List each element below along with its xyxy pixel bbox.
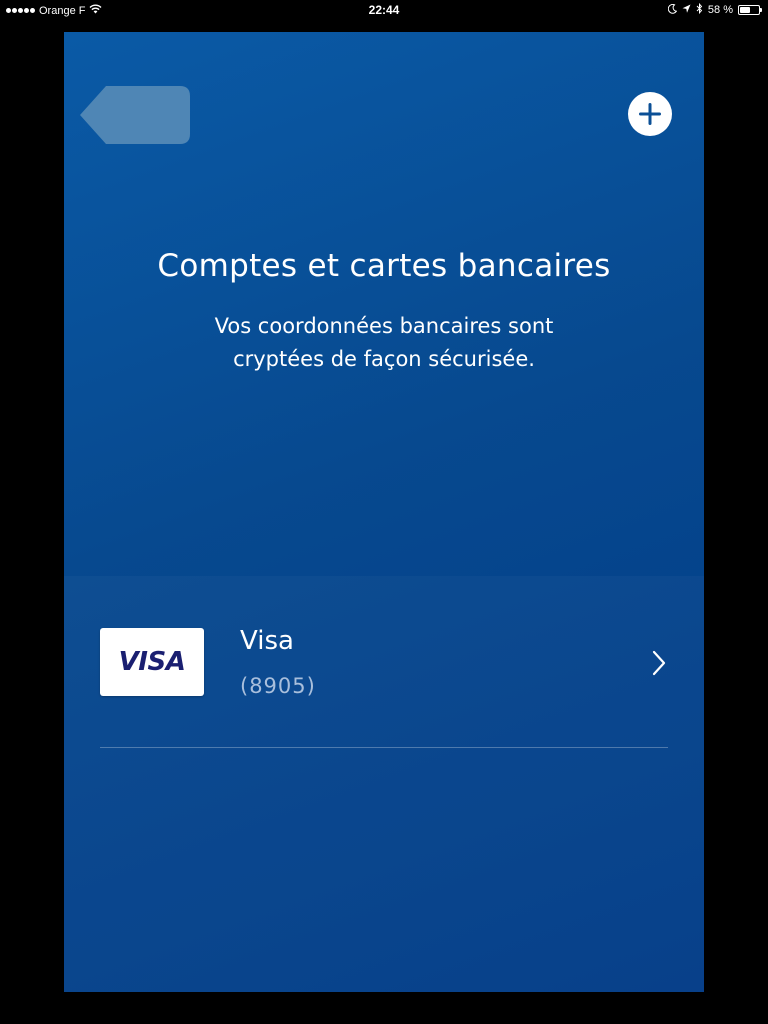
page-title: Comptes et cartes bancaires — [157, 248, 611, 284]
page-subtitle: Vos coordonnées bancaires sont cryptées … — [214, 314, 554, 371]
plus-icon — [639, 103, 661, 125]
battery-percent: 58 % — [707, 4, 733, 16]
card-row-visa[interactable]: VISA Visa (8905) — [64, 576, 704, 748]
add-button[interactable] — [628, 92, 672, 136]
moon-icon — [667, 3, 678, 17]
chevron-right-icon — [652, 650, 666, 676]
location-arrow-icon — [682, 4, 691, 17]
visa-logo: VISA — [100, 628, 204, 696]
cards-list: VISA Visa (8905) — [64, 576, 704, 992]
battery-level-fill — [740, 7, 750, 13]
divider — [100, 747, 668, 748]
bank-accounts-screen: Comptes et cartes bancaires Vos coordonn… — [64, 32, 704, 992]
back-arrow-icon — [80, 86, 190, 144]
card-name: Visa — [240, 626, 294, 656]
battery-icon — [738, 5, 762, 15]
status-bar: Orange F 22:44 58 % — [0, 0, 768, 22]
back-button[interactable] — [80, 86, 190, 144]
status-right: 58 % — [667, 2, 762, 17]
status-time: 22:44 — [368, 3, 400, 17]
card-number: (8905) — [240, 674, 316, 698]
visa-logo-text: VISA — [118, 647, 186, 677]
bluetooth-icon — [696, 2, 703, 17]
